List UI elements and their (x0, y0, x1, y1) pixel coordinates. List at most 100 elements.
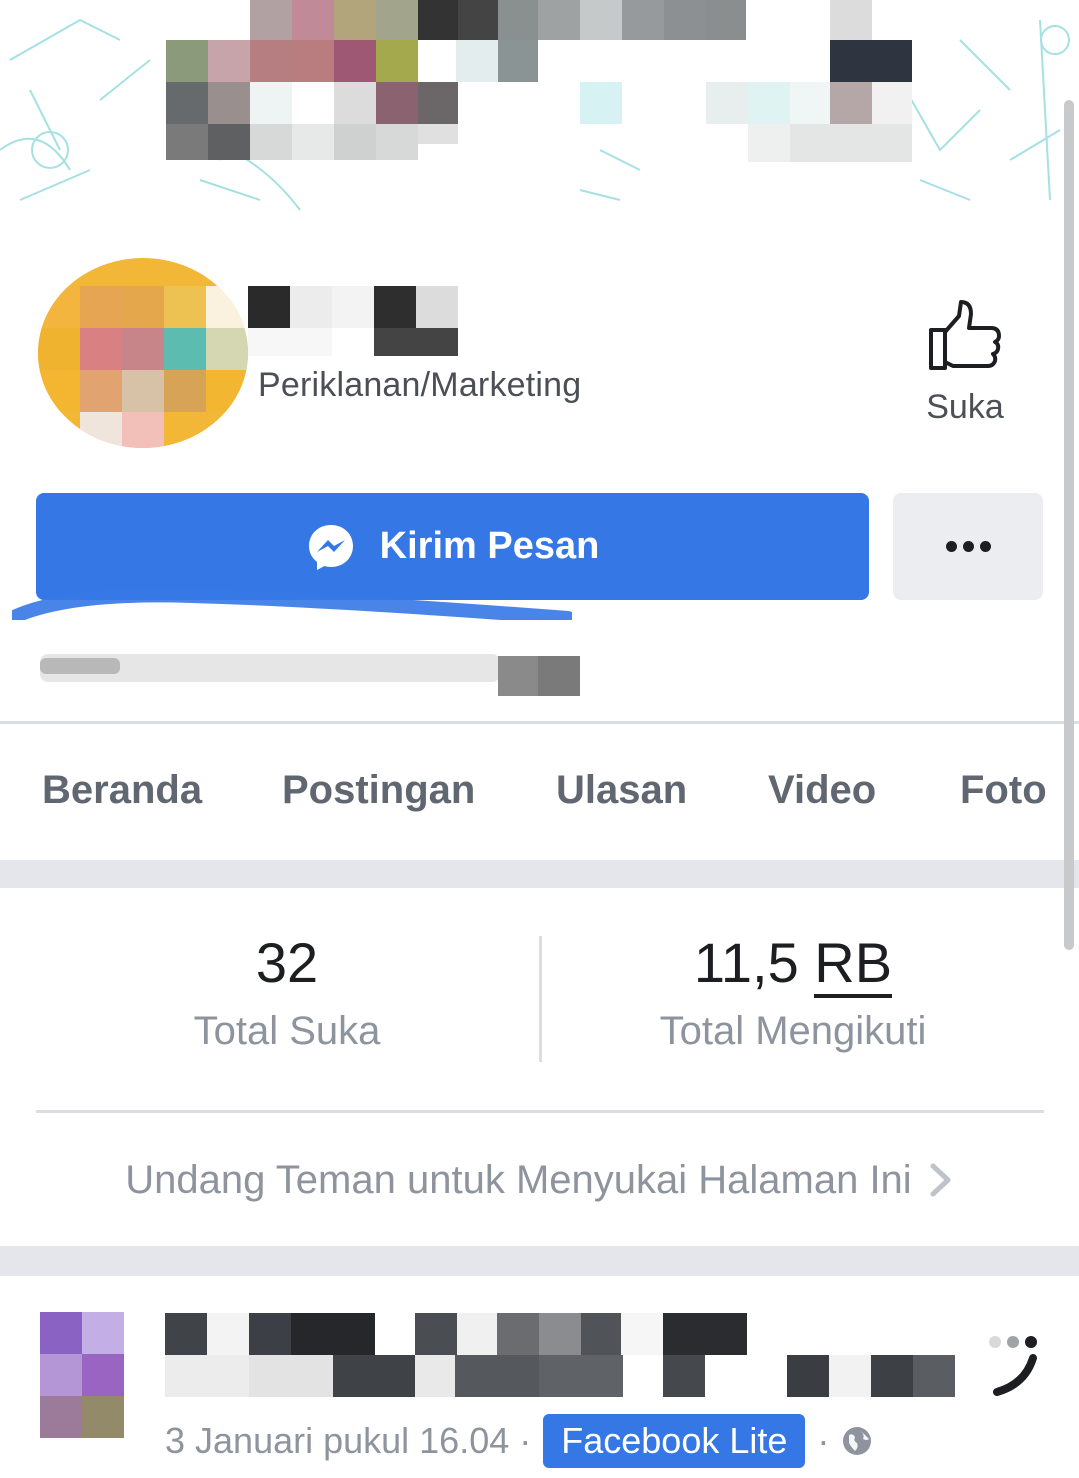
cover-pixel (580, 0, 622, 40)
cover-pixel (292, 40, 334, 82)
stats-divider (539, 936, 542, 1062)
cover-pixel (250, 82, 292, 124)
total-followers-label: Total Mengikuti (659, 1009, 927, 1053)
cover-pixel (376, 82, 418, 124)
post-options-icon[interactable] (985, 1330, 1045, 1400)
post-date[interactable]: 3 Januari pukul 16.04 (165, 1420, 509, 1462)
cover-pixel (458, 0, 498, 40)
cover-pixel (580, 82, 622, 124)
cover-pixel (418, 82, 458, 124)
post-meta: 3 Januari pukul 16.04 · Facebook Lite · (165, 1410, 873, 1472)
avatar-pixel (122, 328, 164, 370)
avatar-pixel (80, 286, 122, 328)
page-avatar[interactable] (38, 258, 248, 448)
avatar-pixel (122, 370, 164, 412)
cover-pixel (250, 40, 292, 82)
cover-pixel (208, 124, 250, 160)
total-likes-value: 32 (255, 931, 319, 994)
cover-pixel (498, 40, 538, 82)
cover-pixel (292, 0, 334, 40)
meta-separator: · (817, 1420, 830, 1461)
cover-pixel (334, 40, 376, 82)
cover-pixel (292, 124, 334, 160)
cover-pixel (706, 82, 748, 124)
cover-pixel (456, 40, 498, 82)
more-dots-icon (945, 541, 991, 552)
cover-pixel (664, 0, 706, 40)
tab-video[interactable]: Video (768, 768, 876, 813)
avatar-pixel (38, 286, 80, 328)
page-scrollbar[interactable] (1064, 100, 1074, 950)
cover-pixel (334, 82, 376, 124)
avatar-pixel (80, 412, 122, 448)
cover-pixel (166, 124, 208, 160)
cover-pixel (790, 124, 912, 162)
cover-pixel (418, 0, 458, 40)
avatar-pixel (206, 370, 248, 412)
page-tabs: Beranda Postingan Ulasan Video Foto (0, 724, 1079, 860)
cover-pixel (250, 124, 292, 160)
cover-pixel (376, 0, 418, 40)
avatar-pixel (38, 328, 80, 370)
cover-photo[interactable] (0, 0, 1079, 220)
cover-pixel (334, 124, 376, 160)
cover-pixel (830, 40, 912, 82)
cover-pixel (166, 82, 208, 124)
total-likes-label: Total Suka (193, 1009, 381, 1053)
cover-pixel (250, 0, 292, 40)
tab-beranda[interactable]: Beranda (42, 768, 202, 813)
total-followers-stat[interactable]: 11,5 RB Total Mengikuti (596, 930, 990, 1054)
avatar-pixel (40, 1312, 82, 1354)
thumbs-up-icon (929, 300, 1001, 370)
likes-count-redacted (40, 654, 580, 696)
section-separator (0, 860, 1079, 888)
tab-ulasan[interactable]: Ulasan (556, 768, 687, 813)
avatar-pixel (80, 328, 122, 370)
invite-divider (36, 1110, 1044, 1113)
like-page-button[interactable]: Suka (905, 296, 1025, 436)
page-category: Periklanan/Marketing (258, 366, 582, 404)
cover-pixel (166, 40, 208, 82)
cover-pixel (376, 40, 418, 82)
avatar-pixel (122, 412, 164, 448)
avatar-pixel (80, 370, 122, 412)
invite-friends-link[interactable]: Undang Teman untuk Menyukai Halaman Ini (0, 1115, 1079, 1245)
cover-pixel (334, 0, 376, 40)
avatar-pixel (82, 1396, 124, 1438)
cover-pixel (830, 0, 872, 40)
total-followers-value: 11,5 RB (596, 930, 990, 998)
send-message-label: Kirim Pesan (379, 525, 600, 567)
cover-pixel (872, 82, 912, 124)
tab-postingan[interactable]: Postingan (282, 768, 475, 813)
avatar-pixel (206, 328, 248, 370)
avatar-pixel (38, 370, 80, 412)
cover-pixel (706, 0, 746, 40)
invite-friends-label: Undang Teman untuk Menyukai Halaman Ini (125, 1157, 912, 1202)
cover-pixel (208, 40, 250, 82)
cover-pixel (208, 82, 250, 124)
avatar-pixel (40, 1396, 82, 1438)
avatar-pixel (164, 328, 206, 370)
chevron-right-icon (930, 1163, 951, 1197)
post-author-name-redacted (165, 1313, 955, 1397)
globe-icon (843, 1427, 872, 1455)
avatar-pixel (206, 286, 248, 328)
send-message-button[interactable]: Kirim Pesan (36, 493, 869, 600)
post-app-badge[interactable]: Facebook Lite (543, 1414, 806, 1468)
more-options-button[interactable] (893, 493, 1043, 600)
meta-separator: · (519, 1420, 532, 1461)
cover-pixel (418, 124, 458, 144)
cover-pixel (622, 0, 664, 40)
avatar-pixel (82, 1354, 124, 1396)
total-likes-stat[interactable]: 32 Total Suka (90, 930, 484, 1054)
avatar-pixel (164, 286, 206, 328)
like-label: Suka (926, 388, 1004, 426)
tab-foto[interactable]: Foto (960, 768, 1047, 813)
avatar-pixel (40, 1354, 82, 1396)
cover-pixel (790, 82, 830, 124)
blue-scribble-decoration (12, 590, 572, 620)
page-name-redacted (248, 286, 458, 356)
cover-pixel (376, 124, 418, 160)
post-author-avatar[interactable] (40, 1312, 124, 1438)
messenger-icon (308, 524, 353, 570)
